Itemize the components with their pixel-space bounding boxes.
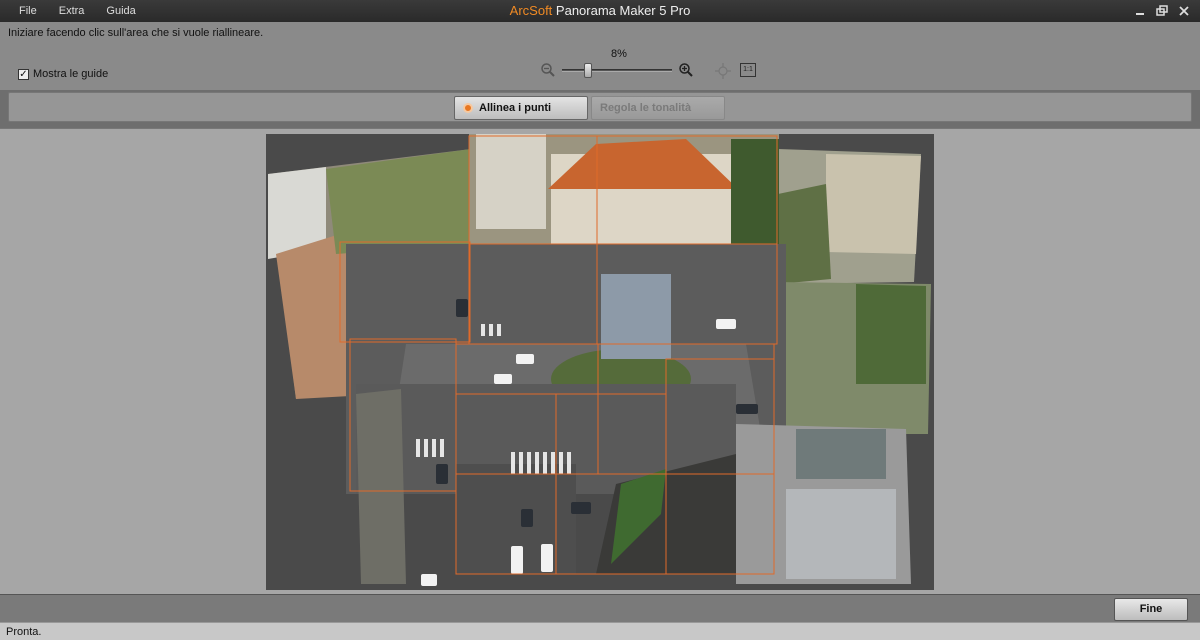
title-bar: File Extra Guida ArcSoft Panorama Maker … [0,0,1200,22]
show-guides-checkbox[interactable]: ✓ Mostra le guide [18,68,108,80]
show-guides-label: Mostra le guide [33,68,109,80]
brand-name: ArcSoft [509,3,553,18]
window-title: ArcSoft Panorama Maker 5 Pro [0,3,1200,18]
checkbox-box[interactable]: ✓ [18,68,29,80]
panorama-canvas[interactable] [266,134,934,590]
finish-button[interactable]: Fine [1114,598,1188,621]
panorama-image [268,134,931,586]
restore-icon[interactable] [1154,3,1170,19]
bottom-bar: Fine [0,594,1200,622]
zoom-out-icon[interactable] [540,62,556,78]
actual-size-icon[interactable]: 1:1 [740,63,756,77]
window-controls [1132,3,1192,19]
active-step-icon [463,103,473,113]
status-bar: Pronta. [0,622,1200,640]
minimize-icon[interactable] [1132,3,1148,19]
tab-adjust-tones[interactable]: Regola le tonalità [591,96,725,120]
zoom-controls: 1:1 [540,62,756,79]
close-icon[interactable] [1176,3,1192,19]
tab-align-points-label: Allinea i punti [479,102,552,114]
zoom-in-icon[interactable] [678,62,694,78]
zoom-slider-thumb[interactable] [584,63,592,78]
zoom-percent: 8% [611,48,627,60]
tab-align-points[interactable]: Allinea i punti [454,96,588,120]
toolbar: Iniziare facendo clic sull'area che si v… [0,22,1200,90]
zoom-slider[interactable] [562,63,672,78]
zoom-slider-track [562,69,672,72]
workspace [0,128,1200,594]
status-text: Pronta. [6,626,42,638]
tab-adjust-tones-label: Regola le tonalità [600,102,692,114]
instruction-text: Iniziare facendo clic sull'area che si v… [8,27,264,39]
step-tab-bar: Allinea i punti Regola le tonalità [8,92,1192,122]
fit-to-window-icon[interactable] [714,62,731,79]
app-name: Panorama Maker 5 Pro [555,3,691,18]
